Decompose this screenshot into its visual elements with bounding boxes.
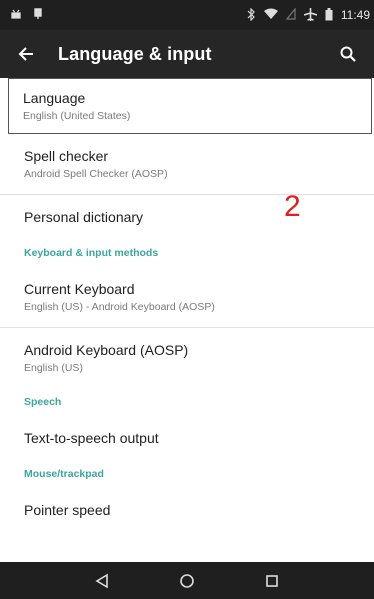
pref-summary: English (United States): [23, 110, 131, 122]
back-arrow-icon[interactable]: [14, 42, 38, 66]
battery-icon: [325, 7, 333, 23]
recents-square-icon[interactable]: [256, 565, 288, 597]
pref-summary: English (US) - Android Keyboard (AOSP): [24, 301, 215, 313]
app-bar: Language & input: [0, 30, 374, 78]
category-mouse: Mouse/trackpad: [24, 468, 104, 480]
wifi-icon: [263, 8, 278, 22]
pref-current-keyboard[interactable]: Current Keyboard English (US) - Android …: [0, 267, 374, 327]
settings-list: Language English (United States) Spell c…: [0, 78, 374, 532]
bluetooth-icon: [246, 7, 256, 23]
pref-spell-checker[interactable]: Spell checker Android Spell Checker (AOS…: [0, 134, 374, 194]
android-notification-icon: [32, 8, 44, 22]
airplane-icon: [303, 7, 318, 23]
pref-title: Android Keyboard (AOSP): [24, 342, 189, 358]
pref-pointer-speed[interactable]: Pointer speed: [0, 488, 374, 532]
status-time: 11:49: [340, 8, 370, 22]
back-triangle-icon[interactable]: [86, 565, 118, 597]
status-left: [10, 8, 44, 22]
annotation-number: 2: [284, 190, 301, 223]
status-bar: 11:49: [0, 0, 374, 30]
status-right: 11:49: [246, 7, 370, 23]
category-keyboard: Keyboard & input methods: [24, 247, 159, 259]
pref-language[interactable]: Language English (United States): [8, 78, 372, 134]
pref-title: Pointer speed: [24, 502, 111, 518]
pref-title: Current Keyboard: [24, 281, 135, 297]
category-speech: Speech: [24, 396, 62, 408]
page-title: Language & input: [58, 43, 212, 64]
pref-android-keyboard[interactable]: Android Keyboard (AOSP) English (US): [0, 328, 374, 388]
pref-personal-dictionary[interactable]: Personal dictionary: [0, 195, 374, 239]
home-circle-icon[interactable]: [171, 565, 203, 597]
pref-summary: English (US): [24, 362, 83, 374]
android-notification-icon: [10, 8, 22, 22]
pref-title: Text-to-speech output: [24, 430, 159, 446]
navigation-bar: [0, 562, 374, 599]
pref-tts-output[interactable]: Text-to-speech output: [0, 416, 374, 460]
pref-title: Personal dictionary: [24, 209, 144, 225]
no-sim-icon: [285, 7, 296, 22]
pref-title: Language: [23, 90, 86, 106]
pref-title: Spell checker: [24, 148, 109, 164]
pref-summary: Android Spell Checker (AOSP): [24, 168, 168, 180]
search-icon[interactable]: [336, 42, 360, 66]
